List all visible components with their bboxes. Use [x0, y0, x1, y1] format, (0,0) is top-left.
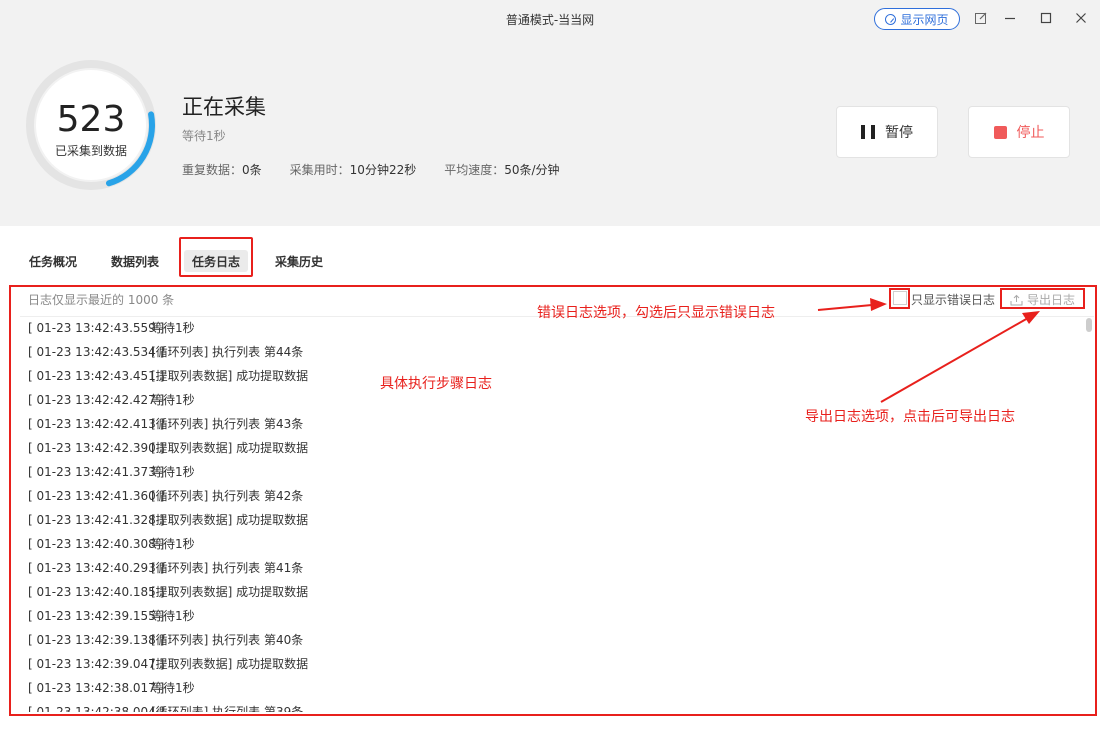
log-message: [循环列表] 执行列表 第39条 — [151, 705, 304, 712]
log-time: [ 01-23 13:42:40.293 ] — [28, 561, 165, 575]
log-message: 等待1秒 — [151, 609, 195, 623]
log-time: [ 01-23 13:42:39.155 ] — [28, 609, 165, 623]
log-scroll-thumb[interactable] — [1086, 318, 1092, 332]
log-time: [ 01-23 13:42:40.308 ] — [28, 537, 165, 551]
collected-count-label: 已采集到数据 — [54, 144, 127, 158]
show-web-label: 显示网页 — [900, 12, 949, 27]
annotation-error-option: 错误日志选项，勾选后只显示错误日志 — [537, 305, 775, 321]
stats-row: 重复数据：0条 采集用时：10分钟22秒 平均速度：50条/分钟 — [182, 161, 560, 178]
log-time: [ 01-23 13:42:43.534 ] — [28, 345, 165, 359]
log-message: [循环列表] 执行列表 第41条 — [151, 561, 304, 575]
log-row: [ 01-23 13:42:40.308 ]等待1秒 — [28, 534, 1078, 558]
status-panel: 普通模式-当当网 显示网页 523 已采集到数据 正在采集 等待1秒 重复数据： — [0, 0, 1100, 226]
error-only-label: 只显示错误日志 — [911, 293, 996, 307]
annotation-highlight-checkbox — [889, 288, 910, 309]
stat-elapsed: 采集用时：10分钟22秒 — [289, 163, 417, 177]
stop-icon — [993, 125, 1007, 139]
close-icon[interactable] — [1073, 10, 1089, 26]
annotation-step-log: 具体执行步骤日志 — [380, 376, 492, 392]
log-row: [ 01-23 13:42:39.155 ]等待1秒 — [28, 606, 1078, 630]
stat-speed: 平均速度：50条/分钟 — [444, 163, 560, 177]
log-message: [循环列表] 执行列表 第40条 — [151, 633, 304, 647]
log-time: [ 01-23 13:42:40.185 ] — [28, 585, 165, 599]
log-row: [ 01-23 13:42:39.047 ][提取列表数据] 成功提取数据 — [28, 654, 1078, 678]
log-list: [ 01-23 13:42:43.559 ]等待1秒[ 01-23 13:42:… — [28, 318, 1078, 712]
pause-label: 暂停 — [885, 125, 913, 141]
log-message: [提取列表数据] 成功提取数据 — [151, 441, 309, 455]
log-message: 等待1秒 — [151, 681, 195, 695]
log-time: [ 01-23 13:42:42.427 ] — [28, 393, 165, 407]
log-message: [循环列表] 执行列表 第42条 — [151, 489, 304, 503]
log-message: [循环列表] 执行列表 第43条 — [151, 417, 304, 431]
status-title: 正在采集 — [182, 95, 266, 119]
log-time: [ 01-23 13:42:43.559 ] — [28, 321, 165, 335]
log-row: [ 01-23 13:42:41.328 ][提取列表数据] 成功提取数据 — [28, 510, 1078, 534]
pause-button[interactable]: 暂停 — [836, 106, 938, 158]
log-message: [提取列表数据] 成功提取数据 — [151, 369, 309, 383]
stop-label: 停止 — [1016, 125, 1045, 141]
log-time: [ 01-23 13:42:38.004 ] — [28, 705, 165, 712]
tab-overview[interactable]: 任务概况 — [22, 250, 84, 272]
collected-count: 523 — [56, 99, 126, 140]
log-time: [ 01-23 13:42:38.017 ] — [28, 681, 165, 695]
log-time: [ 01-23 13:42:41.373 ] — [28, 465, 165, 479]
log-row: [ 01-23 13:42:42.390 ][提取列表数据] 成功提取数据 — [28, 438, 1078, 462]
edit-icon[interactable] — [973, 10, 989, 26]
minimize-icon[interactable] — [1002, 10, 1018, 26]
log-time: [ 01-23 13:42:39.138 ] — [28, 633, 165, 647]
log-message: [循环列表] 执行列表 第44条 — [151, 345, 304, 359]
log-row: [ 01-23 13:42:40.293 ][循环列表] 执行列表 第41条 — [28, 558, 1078, 582]
maximize-icon[interactable] — [1038, 10, 1054, 26]
log-message: [提取列表数据] 成功提取数据 — [151, 657, 309, 671]
log-message: 等待1秒 — [151, 321, 195, 335]
log-row: [ 01-23 13:42:39.138 ][循环列表] 执行列表 第40条 — [28, 630, 1078, 654]
tab-history[interactable]: 采集历史 — [268, 250, 330, 272]
log-time: [ 01-23 13:42:39.047 ] — [28, 657, 165, 671]
log-row: [ 01-23 13:42:41.360 ][循环列表] 执行列表 第42条 — [28, 486, 1078, 510]
collector-window: 普通模式-当当网 显示网页 523 已采集到数据 正在采集 等待1秒 重复数据： — [0, 0, 1100, 734]
annotation-highlight-export — [1000, 288, 1085, 309]
log-row: [ 01-23 13:42:40.185 ][提取列表数据] 成功提取数据 — [28, 582, 1078, 606]
annotation-highlight-tab — [179, 237, 253, 277]
log-row: [ 01-23 13:42:38.017 ]等待1秒 — [28, 678, 1078, 702]
status-subtitle: 等待1秒 — [182, 129, 226, 143]
stop-button[interactable]: 停止 — [968, 106, 1070, 158]
log-message: 等待1秒 — [151, 465, 195, 479]
tab-data-list[interactable]: 数据列表 — [104, 250, 166, 272]
log-message: 等待1秒 — [151, 393, 195, 407]
log-scrollbar[interactable] — [1086, 318, 1092, 712]
log-message: [提取列表数据] 成功提取数据 — [151, 585, 309, 599]
compass-icon — [885, 13, 897, 25]
pause-icon — [861, 125, 875, 139]
annotation-export-option: 导出日志选项，点击后可导出日志 — [805, 409, 1015, 425]
log-row: [ 01-23 13:42:38.004 ][循环列表] 执行列表 第39条 — [28, 702, 1078, 712]
show-web-button[interactable]: 显示网页 — [874, 8, 960, 30]
log-limit-note: 日志仅显示最近的 1000 条 — [28, 293, 175, 307]
log-row: [ 01-23 13:42:41.373 ]等待1秒 — [28, 462, 1078, 486]
stat-duplicates: 重复数据：0条 — [182, 163, 262, 177]
log-time: [ 01-23 13:42:41.328 ] — [28, 513, 165, 527]
log-row: [ 01-23 13:42:43.534 ][循环列表] 执行列表 第44条 — [28, 342, 1078, 366]
log-message: 等待1秒 — [151, 537, 195, 551]
log-message: [提取列表数据] 成功提取数据 — [151, 513, 309, 527]
log-row: [ 01-23 13:42:43.451 ][提取列表数据] 成功提取数据 — [28, 366, 1078, 390]
log-time: [ 01-23 13:42:42.390 ] — [28, 441, 165, 455]
log-time: [ 01-23 13:42:43.451 ] — [28, 369, 165, 383]
log-time: [ 01-23 13:42:42.413 ] — [28, 417, 165, 431]
log-time: [ 01-23 13:42:41.360 ] — [28, 489, 165, 503]
